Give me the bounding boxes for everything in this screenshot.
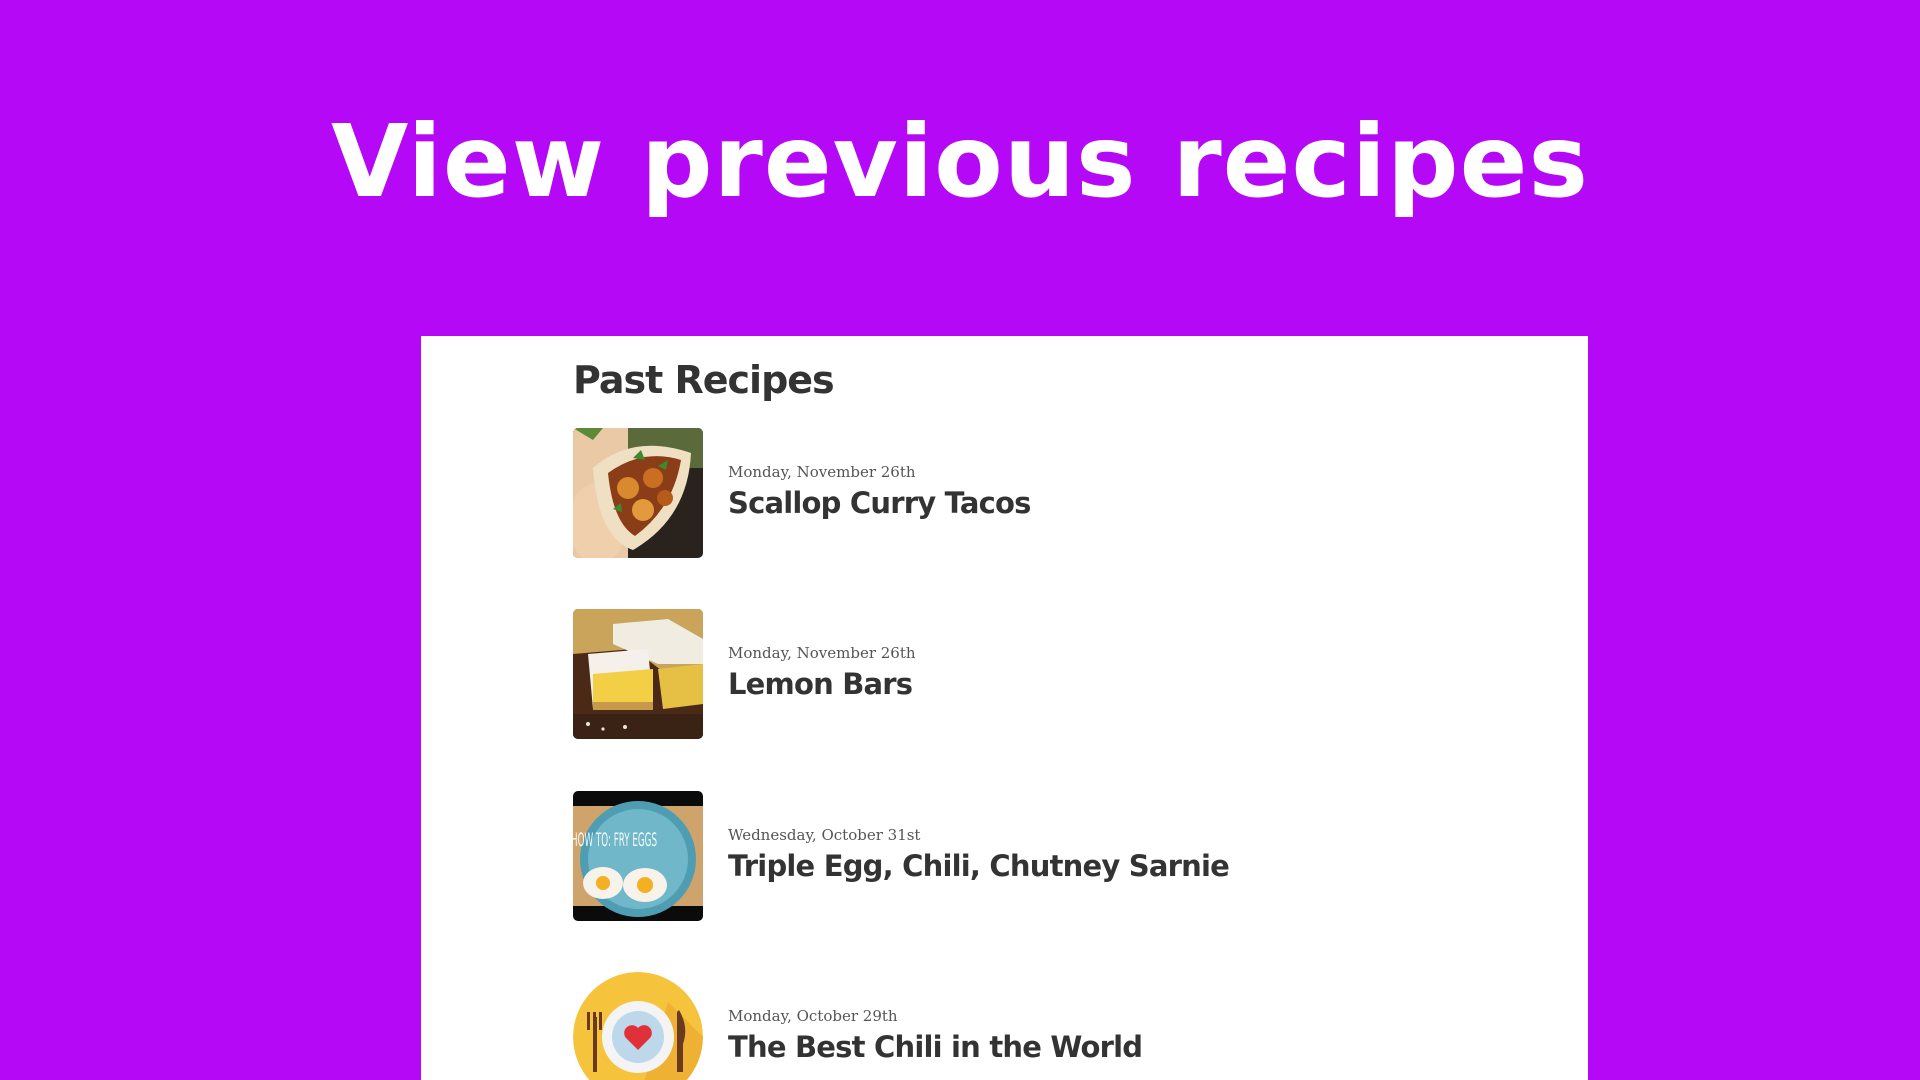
plate-with-heart-icon [573,972,703,1080]
past-recipes-panel: Past Recipes Monday, November 26th Scall… [421,336,1588,1080]
recipe-title-link[interactable]: Lemon Bars [728,664,913,704]
thumbnail-caption: HOW TO: FRY EGGS [573,829,657,851]
recipe-item[interactable]: Monday, October 29th The Best Chili in t… [573,972,1473,1080]
recipe-thumbnail-fried-eggs-video[interactable]: HOW TO: FRY EGGS [573,791,703,921]
taco-photo [573,428,703,558]
recipe-thumbnail-taco-photo[interactable] [573,428,703,558]
recipe-date: Monday, October 29th [728,1007,898,1025]
lemon-bars-photo [573,609,703,739]
recipe-title-link[interactable]: Scallop Curry Tacos [728,483,1031,523]
recipe-item[interactable]: HOW TO: FRY EGGS Wednesday, October 31st… [573,791,1473,921]
recipe-title-link[interactable]: Triple Egg, Chili, Chutney Sarnie [728,846,1230,886]
section-title: Past Recipes [573,358,835,402]
recipe-item[interactable]: Monday, November 26th Scallop Curry Taco… [573,428,1473,558]
recipe-date: Wednesday, October 31st [728,826,921,844]
recipe-date: Monday, November 26th [728,644,916,662]
recipe-date: Monday, November 26th [728,463,916,481]
recipe-thumbnail-plate-icon[interactable] [573,972,703,1080]
fried-eggs-video-thumbnail: HOW TO: FRY EGGS [573,791,703,921]
recipe-thumbnail-lemon-bars-photo[interactable] [573,609,703,739]
recipe-title-link[interactable]: The Best Chili in the World [728,1027,1143,1067]
recipe-item[interactable]: Monday, November 26th Lemon Bars [573,609,1473,739]
hero-title: View previous recipes [331,103,1589,220]
